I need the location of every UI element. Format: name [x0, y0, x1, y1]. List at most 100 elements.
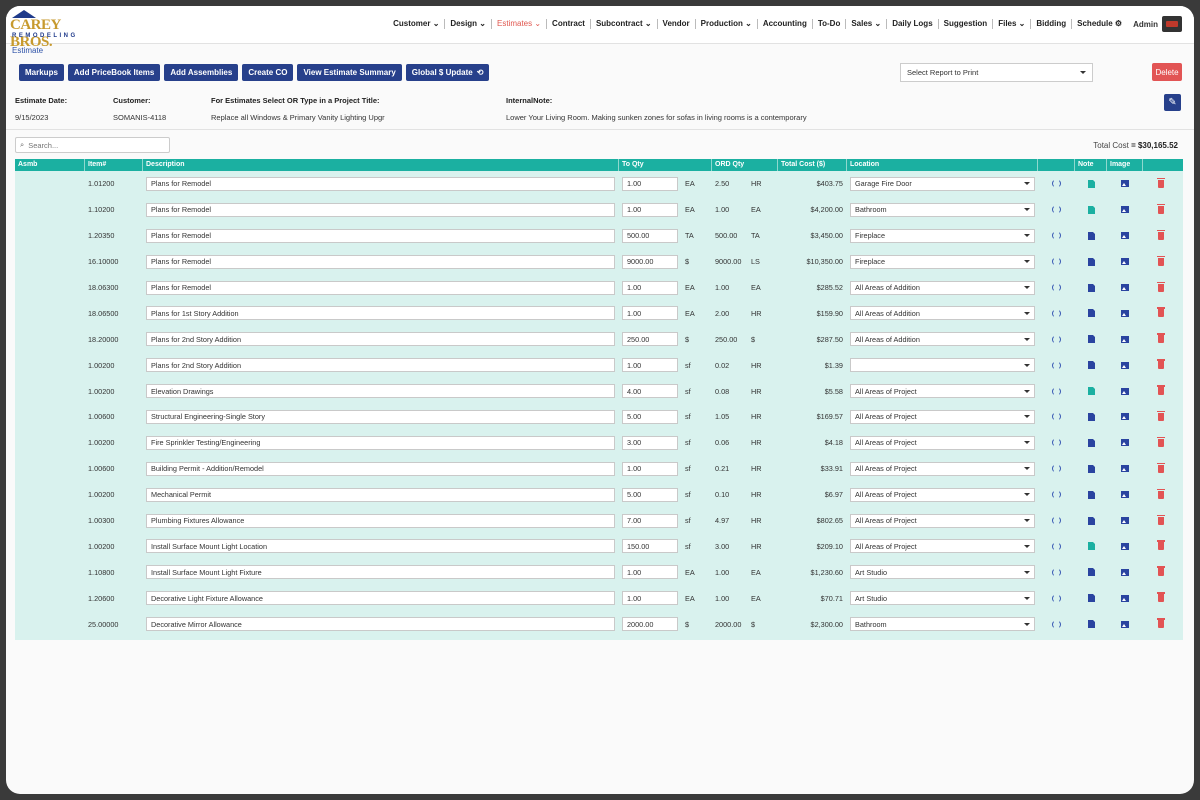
project-title-value[interactable]: Replace all Windows & Primary Vanity Lig…: [211, 113, 385, 122]
nav-subcontract[interactable]: Subcontract ⌄: [591, 19, 658, 29]
location-select[interactable]: Bathroom: [850, 617, 1035, 632]
description-input[interactable]: Plumbing Fixtures Allowance: [146, 513, 615, 528]
col-description[interactable]: Description: [143, 159, 619, 171]
refresh-icon[interactable]: [1052, 257, 1061, 267]
col-ord-qty[interactable]: ORD Qty: [712, 159, 778, 171]
trash-icon[interactable]: [1157, 203, 1165, 214]
description-input[interactable]: Plans for Remodel: [146, 176, 615, 191]
note-icon[interactable]: [1087, 620, 1095, 629]
refresh-icon[interactable]: [1052, 386, 1061, 396]
location-select[interactable]: Fireplace: [850, 254, 1035, 269]
refresh-icon[interactable]: [1052, 567, 1061, 577]
refresh-icon[interactable]: [1052, 231, 1061, 241]
location-select[interactable]: All Areas of Project: [850, 384, 1035, 399]
qty-input[interactable]: 3.00: [622, 435, 678, 450]
description-input[interactable]: Plans for Remodel: [146, 280, 615, 295]
image-icon[interactable]: [1121, 413, 1129, 421]
note-icon[interactable]: [1087, 542, 1095, 551]
internal-note-value[interactable]: Lower Your Living Room. Making sunken zo…: [506, 113, 807, 122]
note-icon[interactable]: [1087, 490, 1095, 499]
trash-icon[interactable]: [1157, 229, 1165, 240]
image-icon[interactable]: [1121, 232, 1129, 240]
location-select[interactable]: All Areas of Addition: [850, 306, 1035, 321]
qty-input[interactable]: 1.00: [622, 202, 678, 217]
view-summary-button[interactable]: View Estimate Summary: [297, 64, 402, 81]
trash-icon[interactable]: [1157, 566, 1165, 577]
refresh-icon[interactable]: [1052, 360, 1061, 370]
image-icon[interactable]: [1121, 258, 1129, 266]
description-input[interactable]: Plans for 2nd Story Addition: [146, 332, 615, 347]
refresh-icon[interactable]: [1052, 412, 1061, 422]
refresh-icon[interactable]: [1052, 308, 1061, 318]
note-icon[interactable]: [1087, 516, 1095, 525]
description-input[interactable]: Plans for 2nd Story Addition: [146, 358, 615, 373]
qty-input[interactable]: 1.00: [622, 280, 678, 295]
image-icon[interactable]: [1121, 620, 1129, 628]
image-icon[interactable]: [1121, 517, 1129, 525]
note-icon[interactable]: [1087, 283, 1095, 292]
trash-icon[interactable]: [1157, 333, 1165, 344]
location-select[interactable]: All Areas of Project: [850, 409, 1035, 424]
location-select[interactable]: All Areas of Project: [850, 461, 1035, 476]
description-input[interactable]: Plans for Remodel: [146, 202, 615, 217]
nav-production[interactable]: Production ⌄: [696, 19, 758, 29]
qty-input[interactable]: 9000.00: [622, 254, 678, 269]
note-icon[interactable]: [1087, 387, 1095, 396]
image-icon[interactable]: [1121, 335, 1129, 343]
qty-input[interactable]: 2000.00: [622, 617, 678, 632]
trash-icon[interactable]: [1157, 514, 1165, 525]
description-input[interactable]: Building Permit - Addition/Remodel: [146, 461, 615, 476]
description-input[interactable]: Elevation Drawings: [146, 384, 615, 399]
qty-input[interactable]: 1.00: [622, 176, 678, 191]
location-select[interactable]: [850, 358, 1035, 373]
image-icon[interactable]: [1121, 491, 1129, 499]
admin-menu[interactable]: Admin: [1127, 16, 1182, 32]
nav-files[interactable]: Files ⌄: [993, 19, 1032, 29]
trash-icon[interactable]: [1157, 618, 1165, 629]
image-icon[interactable]: [1121, 180, 1129, 188]
nav-daily-logs[interactable]: Daily Logs: [887, 19, 939, 29]
trash-icon[interactable]: [1157, 462, 1165, 473]
refresh-icon[interactable]: [1052, 205, 1061, 215]
location-select[interactable]: All Areas of Addition: [850, 280, 1035, 295]
nav-bidding[interactable]: Bidding: [1031, 19, 1073, 29]
image-icon[interactable]: [1121, 206, 1129, 214]
col-item[interactable]: Item#: [85, 159, 143, 171]
image-icon[interactable]: [1121, 542, 1129, 550]
location-select[interactable]: Fireplace: [850, 228, 1035, 243]
qty-input[interactable]: 500.00: [622, 228, 678, 243]
description-input[interactable]: Plans for Remodel: [146, 228, 615, 243]
image-icon[interactable]: [1121, 594, 1129, 602]
col-location[interactable]: Location: [847, 159, 1038, 171]
description-input[interactable]: Mechanical Permit: [146, 487, 615, 502]
nav-design[interactable]: Design ⌄: [445, 19, 492, 29]
qty-input[interactable]: 1.00: [622, 358, 678, 373]
trash-icon[interactable]: [1157, 410, 1165, 421]
edit-button[interactable]: ✎: [1164, 94, 1181, 111]
image-icon[interactable]: [1121, 361, 1129, 369]
trash-icon[interactable]: [1157, 359, 1165, 370]
trash-icon[interactable]: [1157, 592, 1165, 603]
nav-estimates[interactable]: Estimates ⌄: [492, 19, 548, 29]
location-select[interactable]: Art Studio: [850, 591, 1035, 606]
location-select[interactable]: All Areas of Project: [850, 487, 1035, 502]
report-select[interactable]: Select Report to Print: [900, 63, 1093, 82]
description-input[interactable]: Plans for Remodel: [146, 254, 615, 269]
refresh-icon[interactable]: [1052, 464, 1061, 474]
trash-icon[interactable]: [1157, 488, 1165, 499]
note-icon[interactable]: [1087, 464, 1095, 473]
refresh-icon[interactable]: [1052, 619, 1061, 629]
nav-customer[interactable]: Customer ⌄: [388, 19, 446, 29]
refresh-icon[interactable]: [1052, 516, 1061, 526]
image-icon[interactable]: [1121, 465, 1129, 473]
refresh-icon[interactable]: [1052, 438, 1061, 448]
trash-icon[interactable]: [1157, 307, 1165, 318]
col-to-qty[interactable]: To Qty: [619, 159, 712, 171]
nav-accounting[interactable]: Accounting: [758, 19, 813, 29]
note-icon[interactable]: [1087, 335, 1095, 344]
search-input[interactable]: [28, 140, 159, 150]
delete-button[interactable]: Delete: [1152, 63, 1182, 81]
note-icon[interactable]: [1087, 205, 1095, 214]
qty-input[interactable]: 150.00: [622, 539, 678, 554]
refresh-icon[interactable]: [1052, 490, 1061, 500]
